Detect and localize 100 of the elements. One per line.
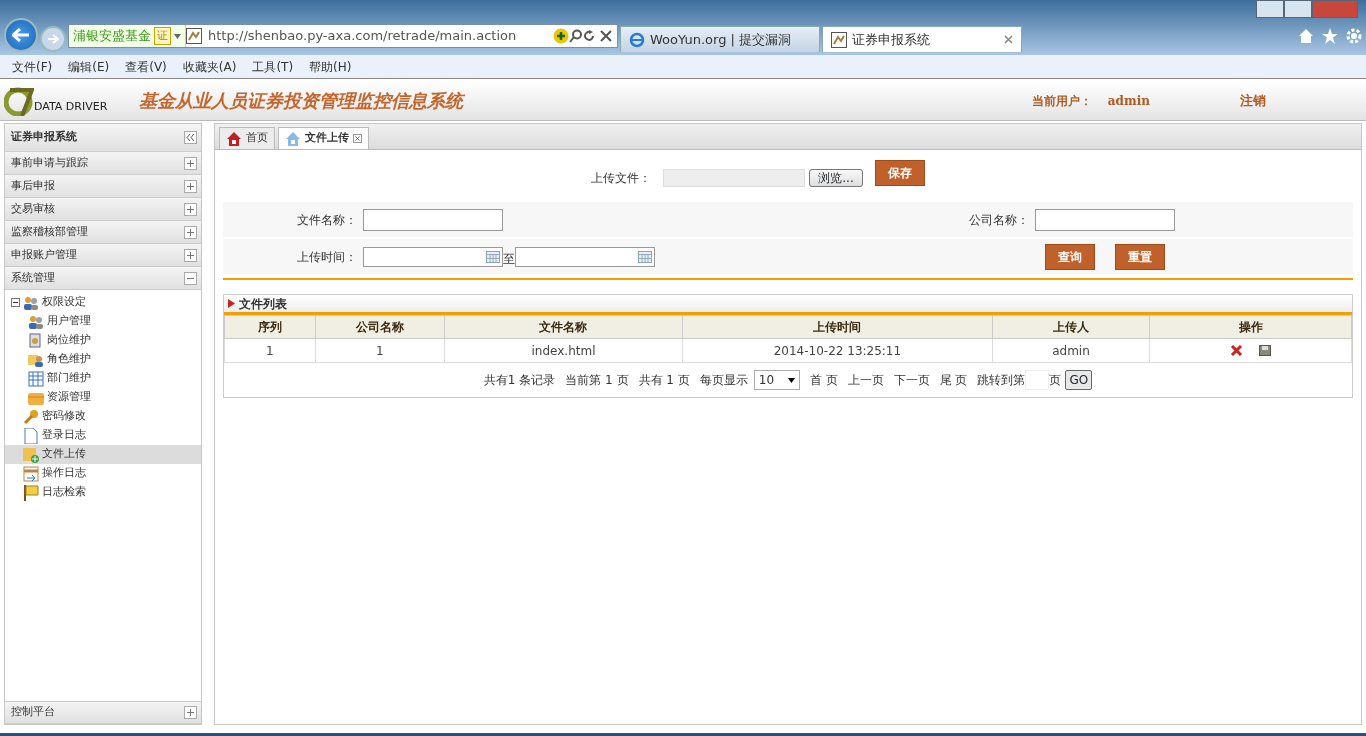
settings-gear-icon[interactable] (1346, 28, 1362, 44)
collapse-sidebar-icon[interactable] (184, 131, 197, 144)
page-icon (186, 28, 202, 44)
sidebar-title: 证券申报系统 (11, 129, 77, 146)
column-header: 公司名称 (315, 315, 445, 339)
accordion-header[interactable]: 控制平台 (5, 701, 201, 724)
pager-link[interactable]: 上一页 (847, 371, 884, 389)
tree-item[interactable]: 角色维护 (11, 350, 201, 369)
panel-title: 文件列表 (239, 295, 287, 313)
go-button[interactable]: GO (1065, 370, 1093, 390)
file-name-field[interactable] (363, 208, 503, 231)
address-bar[interactable]: 浦银安盛基金 证 http://shenbao.py-axa.com/retrade/main.action (68, 24, 618, 48)
start-date-field[interactable] (363, 246, 503, 267)
menu-item[interactable]: 文件(F) (4, 57, 61, 76)
back-button[interactable] (4, 18, 38, 52)
save-button[interactable]: 保存 (874, 160, 925, 186)
dropdown-caret-icon[interactable] (174, 33, 181, 39)
logo-mark-icon (4, 85, 34, 116)
tree-item[interactable]: 资源管理 (11, 388, 201, 407)
close-icon[interactable] (353, 134, 362, 143)
pager-link[interactable]: 首 页 (809, 371, 838, 389)
search-icon[interactable] (569, 29, 583, 43)
arrow-bullet-icon (228, 299, 235, 308)
minimize-button[interactable] (1256, 0, 1284, 18)
back-arrow-icon (12, 28, 30, 42)
tree-item[interactable]: 用户管理 (11, 312, 201, 331)
system-title: 基金从业人员证券投资管理监控信息系统 (139, 89, 464, 113)
flag-icon (23, 484, 39, 501)
menu-item[interactable]: 收藏夹(A) (174, 57, 245, 76)
home-icon[interactable] (1298, 28, 1314, 44)
stop-icon[interactable] (600, 30, 612, 42)
accordion-header[interactable]: 事后申报 (5, 175, 201, 198)
restore-button[interactable] (1284, 0, 1312, 18)
pager-text: 共有1 条记录 (483, 372, 556, 389)
browser-tab[interactable]: 证券申报系统 (822, 26, 1022, 52)
add-icon[interactable] (553, 28, 569, 44)
column-header: 上传时间 (682, 315, 993, 339)
accordion-header[interactable]: 系统管理 (5, 267, 201, 290)
end-date-field[interactable] (515, 246, 655, 267)
menu-item[interactable]: 帮助(H) (301, 57, 360, 76)
logout-link[interactable]: 注销 (1240, 90, 1266, 111)
delete-icon[interactable] (1230, 345, 1244, 356)
tree-item[interactable]: 密码修改 (11, 407, 201, 426)
users-icon (23, 294, 39, 311)
tree-item[interactable]: 部门维护 (11, 369, 201, 388)
query-button[interactable]: 查询 (1045, 243, 1095, 270)
logo-text: DATA DRIVER (34, 99, 108, 115)
page-icon (831, 31, 847, 48)
calendar-icon[interactable] (638, 250, 652, 263)
pager-link[interactable]: 下一页 (893, 371, 930, 389)
tree-collapse-icon[interactable] (11, 298, 20, 307)
refresh-icon[interactable] (583, 30, 595, 42)
table-cell: 1 (315, 338, 445, 363)
expand-icon[interactable] (184, 202, 197, 216)
save-icon[interactable] (1259, 345, 1272, 356)
favorites-star-icon[interactable] (1322, 28, 1338, 44)
file-path-field[interactable] (663, 169, 806, 187)
calendar-icon[interactable] (486, 250, 500, 263)
menu-item[interactable]: 查看(V) (117, 57, 175, 76)
accordion-header[interactable]: 监察稽核部管理 (5, 221, 201, 244)
separator-text: 至 (503, 251, 515, 268)
tree-item[interactable]: 岗位维护 (11, 331, 201, 350)
accordion-header[interactable]: 交易审核 (5, 198, 201, 221)
pager-link[interactable]: 尾 页 (939, 371, 968, 389)
close-icon[interactable] (1004, 35, 1013, 44)
expand-icon[interactable] (184, 225, 197, 239)
jump-suffix: 页 (1049, 372, 1062, 389)
browser-tab[interactable]: WooYun.org | 提交漏洞 (620, 26, 820, 52)
certificate-badge: 证 (154, 26, 171, 46)
content-tab[interactable]: 首页 (219, 127, 275, 149)
browse-button[interactable]: 浏览... (809, 169, 863, 187)
page-size-select[interactable]: 10 (753, 370, 800, 390)
collapse-icon[interactable] (184, 271, 197, 285)
expand-icon[interactable] (184, 248, 197, 262)
content-tab[interactable]: 文件上传 (278, 127, 369, 149)
expand-icon[interactable] (184, 156, 197, 170)
tree-item[interactable]: 文件上传 (5, 445, 201, 464)
accordion-header[interactable]: 申报账户管理 (5, 244, 201, 267)
column-header: 操作 (1149, 315, 1352, 339)
upload-label: 上传文件： (591, 170, 652, 187)
tree-item[interactable]: 登录日志 (11, 426, 201, 445)
tree-item[interactable]: 操作日志 (11, 464, 201, 483)
table-cell: 2014-10-22 13:25:11 (682, 338, 993, 363)
tree-item[interactable]: 日志检索 (11, 483, 201, 502)
home-icon (226, 130, 242, 147)
field-label: 上传时间： (296, 248, 358, 266)
accordion-header[interactable]: 事前申请与跟踪 (5, 152, 201, 175)
table-cell: admin (992, 338, 1150, 363)
expand-icon[interactable] (184, 179, 197, 193)
forward-button[interactable] (40, 26, 66, 52)
document-icon (23, 427, 39, 444)
menu-item[interactable]: 工具(T) (244, 57, 302, 76)
column-header: 序列 (224, 315, 316, 339)
users-icon (28, 313, 44, 330)
menu-item[interactable]: 编辑(E) (60, 57, 118, 76)
key-icon (23, 408, 39, 425)
company-name-field[interactable] (1035, 208, 1175, 231)
reset-button[interactable]: 重置 (1115, 243, 1165, 270)
tree-item[interactable]: 权限设定 (11, 293, 201, 312)
expand-icon[interactable] (184, 706, 197, 719)
